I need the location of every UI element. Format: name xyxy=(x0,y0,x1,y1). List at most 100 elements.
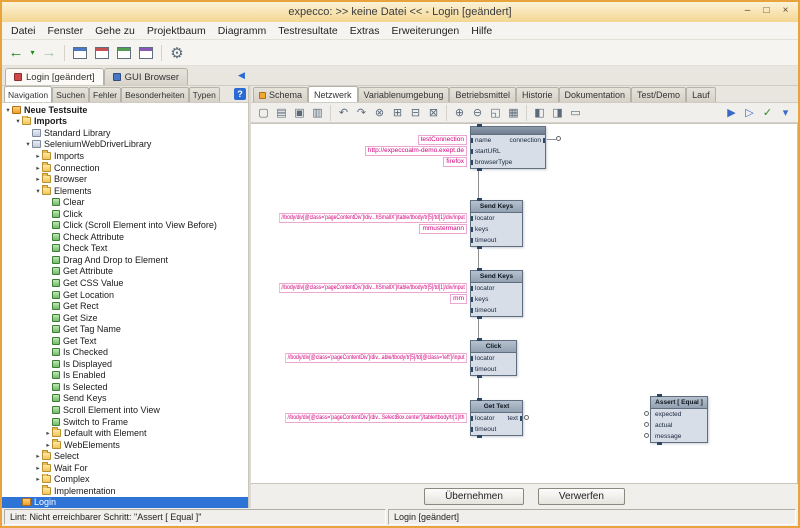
new-element-icon[interactable]: ▢ xyxy=(255,105,272,121)
tab-netzwerk[interactable]: Netzwerk xyxy=(308,86,358,102)
expand-icon[interactable]: ▸ xyxy=(34,475,42,483)
apply-button[interactable]: Übernehmen xyxy=(424,488,524,505)
menu-gehe-zu[interactable]: Gehe zu xyxy=(89,24,141,38)
tree-item-elements[interactable]: ▾Elements xyxy=(2,185,248,197)
apply-check-icon[interactable]: ✓ xyxy=(759,105,776,121)
value-tag[interactable]: http://expeccoalm-demo.exept.de xyxy=(365,146,467,156)
monitor-icon[interactable] xyxy=(136,43,156,63)
zoom-fit-icon[interactable]: ◱ xyxy=(487,105,504,121)
clipboard-icon[interactable] xyxy=(114,43,134,63)
undo-icon[interactable]: ↶ xyxy=(335,105,352,121)
zoom-out-icon[interactable]: ⊖ xyxy=(469,105,486,121)
settings-icon[interactable]: ⚙ xyxy=(167,43,187,63)
input-pin[interactable] xyxy=(471,286,473,291)
tab-betriebsmittel[interactable]: Betriebsmittel xyxy=(449,87,516,102)
tree-item-neue-testsuite[interactable]: ▾Neue Testsuite xyxy=(2,104,248,116)
collapse-icon[interactable]: ▾ xyxy=(4,106,12,114)
exec-out-pin[interactable] xyxy=(477,168,482,171)
collapse-panel-icon[interactable]: ◀ xyxy=(238,70,245,81)
tree-item-get-tag-name[interactable]: Get Tag Name xyxy=(2,323,248,335)
input-pin[interactable] xyxy=(471,138,473,143)
tree-item-send-keys[interactable]: Send Keys xyxy=(2,393,248,405)
tree-item-wait-for[interactable]: ▸Wait For xyxy=(2,462,248,474)
tab-dokumentation[interactable]: Dokumentation xyxy=(559,87,632,102)
exec-out-pin[interactable] xyxy=(477,375,482,378)
exec-out-pin[interactable] xyxy=(657,442,662,445)
exec-in-pin[interactable] xyxy=(477,124,482,127)
output-pin[interactable] xyxy=(520,416,522,421)
input-pin[interactable] xyxy=(644,422,649,427)
tree-item-default-with-element[interactable]: ▸Default with Element xyxy=(2,427,248,439)
menu-erweiterungen[interactable]: Erweiterungen xyxy=(386,24,466,38)
value-tag[interactable]: testConnection xyxy=(418,135,467,145)
tree-item-drag-and-drop-to-element[interactable]: Drag And Drop to Element xyxy=(2,254,248,266)
tree-item-check-attribute[interactable]: Check Attribute xyxy=(2,231,248,243)
print-icon[interactable]: ▥ xyxy=(309,105,326,121)
input-pin[interactable] xyxy=(471,367,473,372)
send-keys-block-1[interactable]: Send Keyslocatorkeystimeout xyxy=(470,200,523,247)
click-block[interactable]: Clicklocatortimeout xyxy=(470,340,517,376)
step-icon[interactable]: ▷ xyxy=(741,105,758,121)
tab-historie[interactable]: Historie xyxy=(516,87,559,102)
input-pin[interactable] xyxy=(471,308,473,313)
more-icon[interactable]: ▾ xyxy=(777,105,794,121)
back-dropdown-icon[interactable]: ▾ xyxy=(28,43,37,63)
run-icon[interactable]: ▶ xyxy=(723,105,740,121)
tab-besonderheiten[interactable]: Besonderheiten xyxy=(121,87,189,102)
delete-icon[interactable]: ⊠ xyxy=(425,105,442,121)
tree-item-imports[interactable]: ▸Imports xyxy=(2,150,248,162)
value-tag[interactable]: //body/div[@class='pageContentDiv']/div.… xyxy=(279,213,467,223)
tree-item-browser[interactable]: ▸Browser xyxy=(2,173,248,185)
tree-item-complex[interactable]: ▸Complex xyxy=(2,474,248,486)
minimize-button[interactable]: – xyxy=(738,4,757,19)
tree-item-connection[interactable]: ▸Connection xyxy=(2,162,248,174)
editor-icon[interactable] xyxy=(92,43,112,63)
tree-item-scroll-element-into-view[interactable]: Scroll Element into View xyxy=(2,404,248,416)
expand-icon[interactable]: ▸ xyxy=(44,429,52,437)
tree-item-is-checked[interactable]: Is Checked xyxy=(2,346,248,358)
tab-variablenumgebung[interactable]: Variablenumgebung xyxy=(358,87,450,102)
exec-in-pin[interactable] xyxy=(657,394,662,397)
input-pin[interactable] xyxy=(644,433,649,438)
value-tag[interactable]: //body/div[@class='pageContentDiv']/div.… xyxy=(285,413,467,423)
close-button[interactable]: × xyxy=(776,4,795,19)
doc-tab-login-ge-ndert[interactable]: Login [geändert] xyxy=(5,68,104,85)
menu-extras[interactable]: Extras xyxy=(344,24,386,38)
expand-icon[interactable]: ▸ xyxy=(34,175,42,183)
tree-item-get-css-value[interactable]: Get CSS Value xyxy=(2,277,248,289)
open-icon[interactable]: ▤ xyxy=(273,105,290,121)
tree-item-login[interactable]: Login xyxy=(2,497,248,508)
tree-item-get-text[interactable]: Get Text xyxy=(2,335,248,347)
align-left-icon[interactable]: ◧ xyxy=(531,105,548,121)
get-text-block[interactable]: Get Textlocatortexttimeout xyxy=(470,400,523,436)
exec-out-pin[interactable] xyxy=(477,316,482,319)
tab-navigation[interactable]: Navigation xyxy=(4,86,52,102)
expand-icon[interactable]: ▸ xyxy=(34,152,42,160)
tree-item-clear[interactable]: Clear xyxy=(2,196,248,208)
tree-item-is-enabled[interactable]: Is Enabled xyxy=(2,370,248,382)
tab-suchen[interactable]: Suchen xyxy=(52,87,89,102)
input-pin[interactable] xyxy=(471,416,473,421)
tree-item-standard-library[interactable]: Standard Library xyxy=(2,127,248,139)
cut-icon[interactable]: ⊗ xyxy=(371,105,388,121)
menu-fenster[interactable]: Fenster xyxy=(42,24,90,38)
browser-connection-block[interactable]: nameconnectionstartURLbrowserType xyxy=(470,126,546,169)
tree-item-switch-to-frame[interactable]: Switch to Frame xyxy=(2,416,248,428)
menu-datei[interactable]: Datei xyxy=(5,24,42,38)
tab-fehler[interactable]: Fehler xyxy=(89,87,121,102)
tree-item-get-location[interactable]: Get Location xyxy=(2,289,248,301)
input-pin[interactable] xyxy=(471,427,473,432)
doc-tab-gui-browser[interactable]: GUI Browser xyxy=(104,68,188,85)
assert-equal-block[interactable]: Assert [ Equal ]expectedactualmessage xyxy=(650,396,708,443)
save-icon[interactable]: ▣ xyxy=(291,105,308,121)
expand-icon[interactable]: ▸ xyxy=(34,164,42,172)
input-pin[interactable] xyxy=(471,227,473,232)
value-tag[interactable]: mmustermann xyxy=(419,224,467,234)
input-pin[interactable] xyxy=(471,238,473,243)
value-tag[interactable]: //body/div[@class='pageContentDiv']/div.… xyxy=(285,353,467,363)
workspace-icon[interactable] xyxy=(70,43,90,63)
tab-test-demo[interactable]: Test/Demo xyxy=(631,87,686,102)
exec-out-pin[interactable] xyxy=(477,435,482,438)
input-pin[interactable] xyxy=(471,297,473,302)
tree-item-get-size[interactable]: Get Size xyxy=(2,312,248,324)
